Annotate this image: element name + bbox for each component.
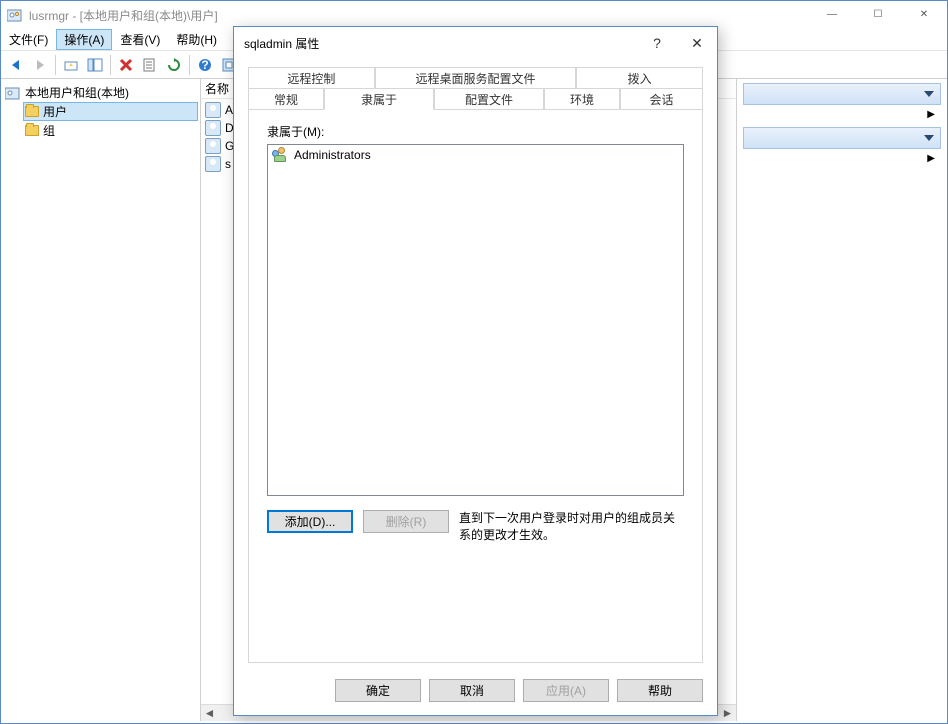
memberof-button-row: 添加(D)... 删除(R) 直到下一次用户登录时对用户的组成员关系的更改才生效… <box>267 510 684 544</box>
computer-mgmt-icon <box>5 85 21 101</box>
add-button[interactable]: 添加(D)... <box>267 510 353 533</box>
tree-groups-label: 组 <box>43 122 55 139</box>
tab-sessions[interactable]: 会话 <box>620 88 703 110</box>
dialog-titlebar: sqladmin 属性 ? ✕ <box>234 27 717 59</box>
menu-view[interactable]: 查看(V) <box>112 29 168 50</box>
actions-item[interactable]: ▶ <box>743 149 941 167</box>
properties-icon[interactable] <box>139 54 161 76</box>
window-buttons: — ☐ ✕ <box>809 1 947 29</box>
user-icon <box>205 120 221 136</box>
folder-icon <box>25 106 39 117</box>
remove-button[interactable]: 删除(R) <box>363 510 449 533</box>
actions-item[interactable]: ▶ <box>743 105 941 123</box>
maximize-button[interactable]: ☐ <box>855 1 901 29</box>
dialog-close-button[interactable]: ✕ <box>677 27 717 59</box>
tab-member-of[interactable]: 隶属于 <box>324 88 434 110</box>
menu-file[interactable]: 文件(F) <box>1 29 56 50</box>
tree-root[interactable]: 本地用户和组(本地) <box>3 83 198 102</box>
tab-profile[interactable]: 配置文件 <box>434 88 544 110</box>
forward-icon[interactable] <box>29 54 51 76</box>
tree-node-users[interactable]: 用户 <box>23 102 198 121</box>
toolbar-separator <box>55 55 56 75</box>
dialog-help-button[interactable]: ? <box>637 27 677 59</box>
user-icon <box>205 138 221 154</box>
dialog-body: 远程控制 远程桌面服务配置文件 拨入 常规 隶属于 配置文件 环境 会话 隶属于… <box>234 59 717 665</box>
dialog-footer: 确定 取消 应用(A) 帮助 <box>234 665 717 715</box>
toolbar-separator <box>189 55 190 75</box>
main-titlebar: lusrmgr - [本地用户和组(本地)\用户] — ☐ ✕ <box>1 1 947 29</box>
memberof-label: 隶属于(M): <box>267 123 684 140</box>
memberof-note: 直到下一次用户登录时对用户的组成员关系的更改才生效。 <box>459 510 684 544</box>
group-icon <box>272 147 288 163</box>
properties-dialog: sqladmin 属性 ? ✕ 远程控制 远程桌面服务配置文件 拨入 常规 隶属… <box>233 26 718 716</box>
tree-node-groups[interactable]: 组 <box>23 121 198 140</box>
help-icon[interactable]: ? <box>194 54 216 76</box>
tab-panel: 隶属于(M): Administrators 添加(D)... 删除(R) 直到… <box>248 109 703 663</box>
group-row[interactable]: Administrators <box>268 145 683 165</box>
back-icon[interactable] <box>5 54 27 76</box>
menu-action[interactable]: 操作(A) <box>56 29 112 50</box>
tab-remote-control[interactable]: 远程控制 <box>248 67 375 89</box>
folder-icon <box>25 125 39 136</box>
group-name: Administrators <box>294 148 371 162</box>
chevron-right-icon: ▶ <box>927 153 935 164</box>
toolbar-separator <box>110 55 111 75</box>
tab-environment[interactable]: 环境 <box>544 88 620 110</box>
tree-users-label: 用户 <box>43 103 67 120</box>
scroll-left-icon[interactable]: ◄ <box>201 705 218 722</box>
actions-pane: ▶ ▶ <box>737 79 947 721</box>
memberof-listbox[interactable]: Administrators <box>267 144 684 496</box>
dialog-title: sqladmin 属性 <box>244 35 637 52</box>
up-icon[interactable] <box>60 54 82 76</box>
menu-help[interactable]: 帮助(H) <box>168 29 225 50</box>
svg-text:?: ? <box>201 58 208 72</box>
chevron-right-icon: ▶ <box>927 109 935 120</box>
delete-icon[interactable] <box>115 54 137 76</box>
tab-row-2: 常规 隶属于 配置文件 环境 会话 <box>248 88 703 110</box>
dialog-help-footer-button[interactable]: 帮助 <box>617 679 703 702</box>
cancel-button[interactable]: 取消 <box>429 679 515 702</box>
tab-rds-profile[interactable]: 远程桌面服务配置文件 <box>375 67 577 89</box>
app-icon <box>7 7 23 23</box>
actions-header-1[interactable] <box>743 83 941 105</box>
tab-row-1: 远程控制 远程桌面服务配置文件 拨入 <box>248 67 703 89</box>
window-title: lusrmgr - [本地用户和组(本地)\用户] <box>29 7 809 24</box>
col-name-header: 名称 <box>205 80 229 97</box>
refresh-icon[interactable] <box>163 54 185 76</box>
actions-header-2[interactable] <box>743 127 941 149</box>
user-icon <box>205 102 221 118</box>
ok-button[interactable]: 确定 <box>335 679 421 702</box>
user-icon <box>205 156 221 172</box>
tab-general[interactable]: 常规 <box>248 88 324 110</box>
apply-button[interactable]: 应用(A) <box>523 679 609 702</box>
tab-dialin[interactable]: 拨入 <box>576 67 703 89</box>
close-button[interactable]: ✕ <box>901 1 947 29</box>
minimize-button[interactable]: — <box>809 1 855 29</box>
show-hide-tree-icon[interactable] <box>84 54 106 76</box>
tree-root-label: 本地用户和组(本地) <box>25 84 129 101</box>
tree-pane[interactable]: 本地用户和组(本地) 用户 组 <box>1 79 201 721</box>
scroll-right-icon[interactable]: ► <box>719 705 736 722</box>
collapse-triangle-icon <box>924 91 934 97</box>
collapse-triangle-icon <box>924 135 934 141</box>
